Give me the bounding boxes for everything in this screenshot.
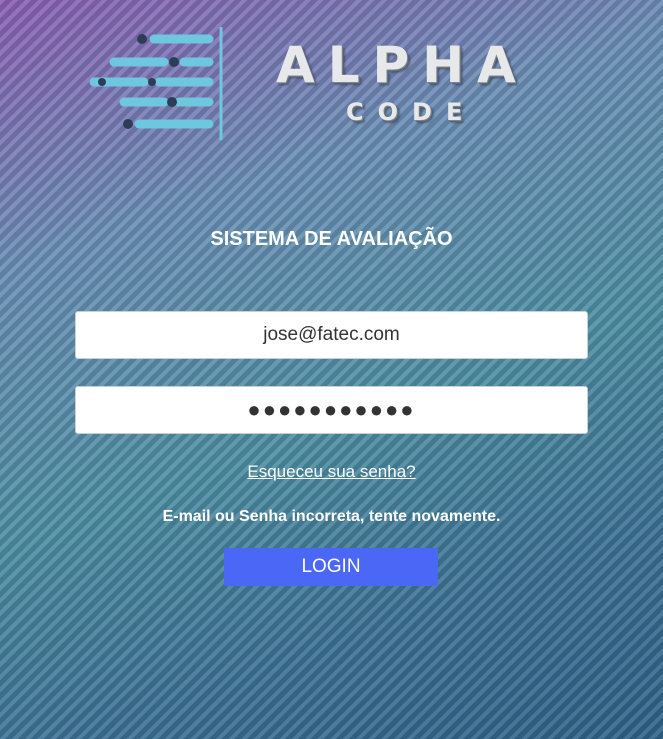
page-title: SISTEMA DE AVALIAÇÃO	[210, 228, 453, 250]
logo-word-code: CODE	[346, 98, 477, 126]
error-message: E-mail ou Senha incorreta, tente novamen…	[162, 508, 501, 525]
login-button[interactable]: LOGIN	[224, 548, 438, 586]
forgot-password-link[interactable]: Esqueceu sua senha?	[0, 462, 663, 482]
logo-word-alpha: ALPHA	[276, 36, 529, 94]
alpha-code-logo: ALPHA CODE	[84, 22, 544, 144]
password-field[interactable]	[75, 386, 588, 434]
email-field[interactable]	[75, 311, 588, 359]
circuit-arrows-icon	[89, 27, 223, 140]
